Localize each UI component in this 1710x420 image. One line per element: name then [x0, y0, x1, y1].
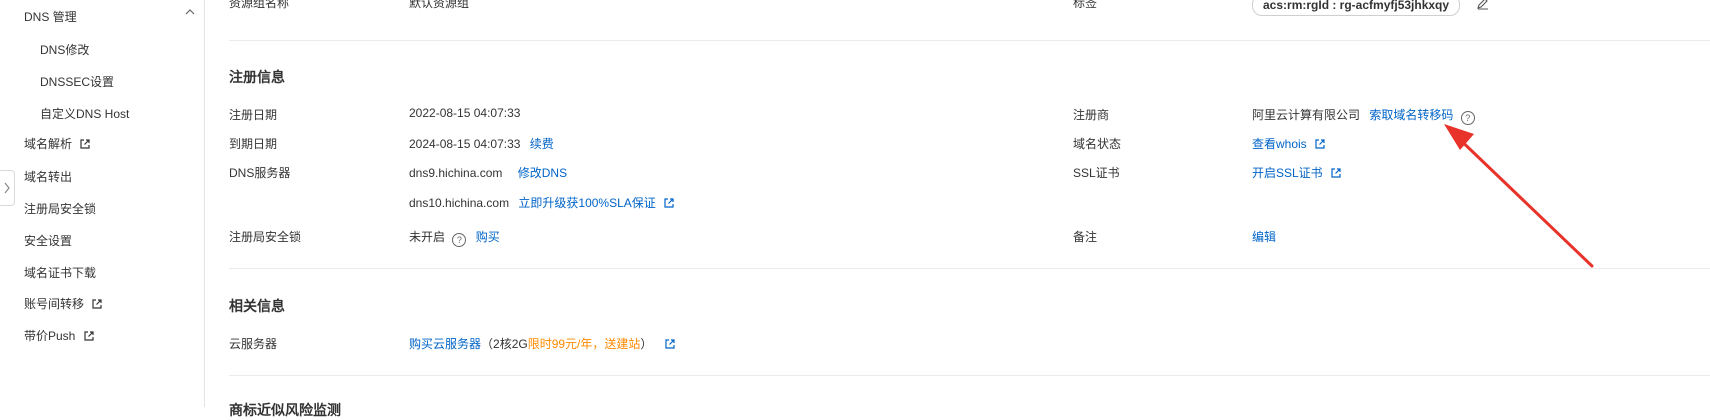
sidebar-item-label: 带价Push [24, 329, 76, 343]
sidebar-item-label: DNSSEC设置 [40, 75, 115, 89]
sidebar-item-label: 注册局安全锁 [24, 202, 97, 216]
section-title-related: 相关信息 [229, 298, 285, 314]
tag-label: 标签 [1073, 0, 1098, 10]
sidebar-item-registry-lock[interactable]: 注册局安全锁 [24, 200, 96, 217]
registry-lock-label: 注册局安全锁 [229, 230, 302, 244]
buy-server-link[interactable]: 购买云服务器 [409, 337, 481, 351]
sidebar-item-label: 域名解析 [24, 137, 73, 151]
reg-date-label: 注册日期 [229, 108, 278, 122]
registry-lock-row: 未开启 ? 购买 [409, 228, 500, 247]
ssl-row: 开启SSL证书 [1252, 164, 1342, 181]
external-link-icon [80, 139, 90, 149]
external-link-icon[interactable] [1314, 138, 1326, 150]
expire-date-value: 2024-08-15 04:07:33 [409, 137, 521, 151]
registry-lock-value: 未开启 [409, 230, 446, 244]
chevron-up-icon[interactable] [184, 6, 196, 18]
cloud-server-label: 云服务器 [229, 337, 278, 351]
sidebar-item-label: DNS修改 [40, 43, 90, 57]
sidebar-item-label: 自定义DNS Host [40, 107, 130, 121]
promo-prefix: （2核2G [481, 337, 528, 351]
external-link-icon[interactable] [664, 338, 676, 350]
domain-status-label: 域名状态 [1073, 137, 1122, 151]
registrar-label: 注册商 [1073, 108, 1110, 122]
external-link-icon [84, 331, 94, 341]
remark-label: 备注 [1073, 230, 1098, 244]
external-link-icon[interactable] [1330, 167, 1342, 179]
transfer-code-link[interactable]: 索取域名转移码 [1369, 108, 1453, 122]
divider [229, 375, 1710, 376]
divider [229, 268, 1710, 269]
edit-pencil-icon[interactable] [1476, 0, 1490, 10]
sidebar-item-account-transfer[interactable]: 账号间转移 [24, 295, 103, 312]
modify-dns-link[interactable]: 修改DNS [518, 166, 567, 180]
help-icon[interactable]: ? [1460, 111, 1475, 125]
ssl-label: SSL证书 [1073, 166, 1120, 180]
sidebar-item-label: 域名证书下载 [24, 266, 97, 280]
dns-server-2: dns10.hichina.com [409, 196, 510, 210]
sidebar-item-label: 安全设置 [24, 234, 73, 248]
sidebar-item-push[interactable]: 带价Push [24, 327, 95, 344]
edit-remark-link[interactable]: 编辑 [1252, 230, 1276, 244]
chevron-right-icon [4, 182, 10, 194]
sidebar-group-dns[interactable]: DNS 管理 [24, 8, 77, 25]
dns-server-label: DNS服务器 [229, 166, 291, 180]
reg-date-value: 2022-08-15 04:07:33 [409, 106, 521, 120]
sidebar-item-transfer-out[interactable]: 域名转出 [24, 168, 72, 185]
resource-group-label: 资源组名称 [229, 0, 290, 10]
promo-suffix: ） [640, 337, 653, 351]
renew-link[interactable]: 续费 [530, 137, 554, 151]
external-link-icon[interactable] [663, 197, 675, 209]
sidebar-item-dns-modify[interactable]: DNS修改 [40, 41, 89, 58]
external-link-icon [92, 299, 102, 309]
dns-row-1: dns9.hichina.com 修改DNS [409, 164, 567, 181]
section-title-registration: 注册信息 [229, 69, 285, 85]
dns-row-2: dns10.hichina.com 立即升级获100%SLA保证 [409, 194, 675, 211]
sidebar-item-certificate-download[interactable]: 域名证书下载 [24, 264, 96, 281]
divider [229, 40, 1710, 41]
sidebar-item-domain-resolve[interactable]: 域名解析 [24, 135, 91, 152]
dns-server-1: dns9.hichina.com [409, 166, 503, 180]
registrar-row: 阿里云计算有限公司 索取域名转移码 ? [1252, 106, 1475, 125]
resource-group-value: 默认资源组 [409, 0, 470, 10]
sidebar-item-security-settings[interactable]: 安全设置 [24, 232, 72, 249]
remark-row: 编辑 [1252, 228, 1276, 245]
sidebar-item-dnssec[interactable]: DNSSEC设置 [40, 73, 114, 90]
registrar-value: 阿里云计算有限公司 [1252, 108, 1361, 122]
whois-row: 查看whois [1252, 135, 1326, 152]
expire-date-label: 到期日期 [229, 137, 278, 151]
upgrade-sla-link[interactable]: 立即升级获100%SLA保证 [518, 196, 655, 210]
help-icon[interactable]: ? [452, 233, 467, 247]
sidebar-item-label: 账号间转移 [24, 297, 85, 311]
sidebar-collapse-toggle[interactable] [0, 170, 15, 206]
expire-row: 2024-08-15 04:07:33 续费 [409, 135, 554, 152]
promo-highlight: 限时99元/年，送建站 [527, 337, 641, 351]
section-title-partial: 商标近似风险监测 [229, 402, 341, 418]
sidebar: DNS 管理 DNS修改 DNSSEC设置 自定义DNS Host 域名解析 域… [0, 0, 205, 407]
tag-badge: acs:rm:rgId : rg-acfmyfj53jhkxqy [1252, 0, 1461, 16]
buy-lock-link[interactable]: 购买 [476, 230, 500, 244]
sidebar-group-label: DNS 管理 [24, 10, 77, 24]
sidebar-item-custom-dns-host[interactable]: 自定义DNS Host [40, 105, 129, 122]
sidebar-item-label: 域名转出 [24, 170, 73, 184]
cloud-server-row: 购买云服务器（2核2G限时99元/年，送建站） [409, 335, 676, 352]
whois-link[interactable]: 查看whois [1252, 137, 1307, 151]
ssl-link[interactable]: 开启SSL证书 [1252, 166, 1323, 180]
